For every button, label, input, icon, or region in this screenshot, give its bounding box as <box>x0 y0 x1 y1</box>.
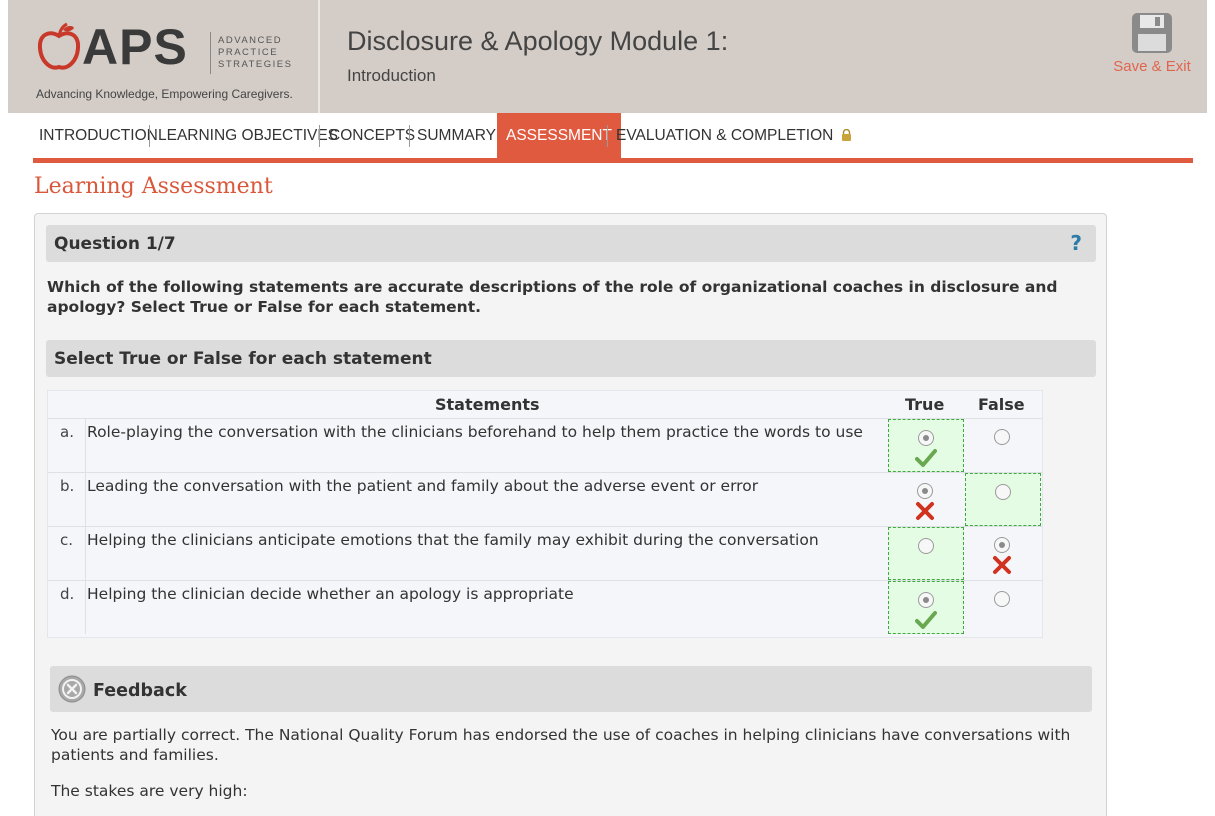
false-radio[interactable] <box>994 591 1010 607</box>
false-cell <box>965 581 1041 634</box>
false-cell <box>965 527 1041 580</box>
row-letter: b. <box>60 477 75 495</box>
nav-separator <box>607 125 608 147</box>
row-letter: d. <box>60 585 75 603</box>
cross-icon <box>993 556 1011 574</box>
module-title: Disclosure & Apology Module 1: <box>347 26 729 56</box>
logo-divider <box>210 32 211 74</box>
nav-separator <box>319 125 320 147</box>
nav-underline <box>33 158 1193 163</box>
true-radio[interactable] <box>918 538 934 554</box>
true-cell <box>888 527 964 580</box>
question-header: Question 1/7 ? <box>46 225 1096 262</box>
statement-text: Role-playing the conversation with the c… <box>87 423 863 441</box>
feedback-header: Feedback <box>50 666 1092 712</box>
nav-assessment[interactable]: ASSESSMENT <box>497 113 621 158</box>
app-header: APS ADVANCED PRACTICE STRATEGIES Advanci… <box>8 0 1207 113</box>
brand-tagline: Advancing Knowledge, Empowering Caregive… <box>36 87 293 101</box>
logo-text: APS <box>82 19 188 75</box>
instruction-header: Select True or False for each statement <box>46 340 1096 377</box>
table-row: b. Leading the conversation with the pat… <box>48 472 1042 526</box>
check-icon <box>915 611 937 629</box>
true-cell <box>888 419 964 472</box>
check-icon <box>915 449 937 467</box>
nav-separator <box>409 125 410 147</box>
lock-icon <box>841 128 851 141</box>
question-text: Which of the following statements are ac… <box>47 278 1058 316</box>
statement-text: Helping the clinician decide whether an … <box>87 585 574 603</box>
true-radio[interactable] <box>917 483 933 499</box>
assessment-panel: Question 1/7 ? Which of the following st… <box>34 213 1107 816</box>
nav-learning-objectives[interactable]: LEARNING OBJECTIVES <box>158 113 338 158</box>
help-button[interactable]: ? <box>1070 231 1082 255</box>
feedback-text-secondary: The stakes are very high: <box>51 782 248 800</box>
nav-introduction[interactable]: INTRODUCTION <box>39 113 158 158</box>
false-radio[interactable] <box>995 484 1011 500</box>
true-cell <box>888 581 964 634</box>
column-header-true: True <box>905 395 945 414</box>
false-radio[interactable] <box>994 537 1010 553</box>
cross-icon <box>916 502 934 520</box>
row-letter: a. <box>60 423 74 441</box>
false-radio[interactable] <box>994 429 1010 445</box>
question-number: Question 1/7 <box>54 234 176 254</box>
column-header-statements: Statements <box>435 395 540 414</box>
feedback-text: You are partially correct. The National … <box>51 726 1071 764</box>
apple-logo-icon <box>37 22 81 70</box>
close-circle-icon <box>58 675 86 703</box>
page-title: Learning Assessment <box>34 174 273 199</box>
table-row: a. Role-playing the conversation with th… <box>48 418 1042 472</box>
nav-evaluation-label: EVALUATION & COMPLETION <box>616 127 834 144</box>
true-radio[interactable] <box>918 430 934 446</box>
instruction-text: Select True or False for each statement <box>54 349 432 369</box>
nav-evaluation-completion[interactable]: EVALUATION & COMPLETION <box>616 113 852 158</box>
row-letter: c. <box>60 531 74 549</box>
statement-text: Helping the clinicians anticipate emotio… <box>87 531 819 549</box>
logo-subtitle: ADVANCED PRACTICE STRATEGIES <box>218 35 293 70</box>
true-radio[interactable] <box>918 592 934 608</box>
statements-table: Statements True False a. Role-playing th… <box>47 390 1043 638</box>
feedback-title: Feedback <box>93 681 187 701</box>
brand-logo: APS ADVANCED PRACTICE STRATEGIES Advanci… <box>8 0 320 113</box>
false-cell <box>965 473 1041 526</box>
table-row: d. Helping the clinician decide whether … <box>48 580 1042 634</box>
floppy-disk-icon <box>1132 13 1172 53</box>
module-subtitle: Introduction <box>347 66 436 85</box>
nav-summary[interactable]: SUMMARY <box>417 113 496 158</box>
true-cell <box>888 473 964 526</box>
save-exit-label: Save & Exit <box>1113 58 1191 75</box>
save-exit-button[interactable]: Save & Exit <box>1102 12 1202 82</box>
table-row: c. Helping the clinicians anticipate emo… <box>48 526 1042 580</box>
nav-concepts[interactable]: CONCEPTS <box>329 113 415 158</box>
statement-text: Leading the conversation with the patien… <box>87 477 759 495</box>
column-header-false: False <box>978 395 1025 414</box>
main-nav: INTRODUCTION LEARNING OBJECTIVES CONCEPT… <box>33 113 1193 159</box>
nav-separator <box>149 125 150 147</box>
false-cell <box>965 419 1041 472</box>
